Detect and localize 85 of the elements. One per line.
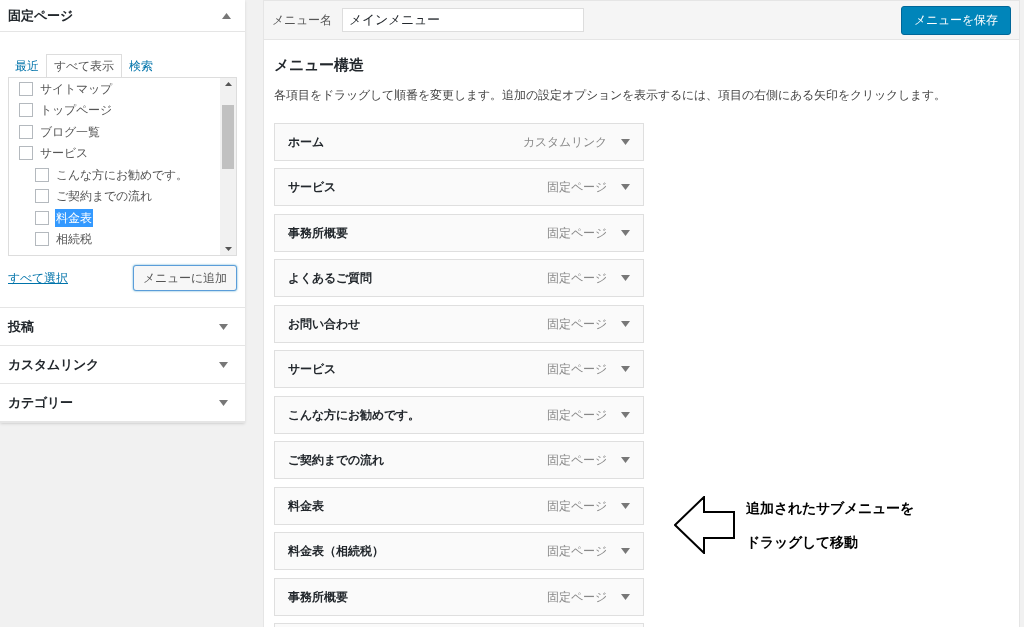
section-title: メニュー構造 — [274, 55, 365, 76]
panel-title[interactable]: 投稿 — [8, 316, 34, 337]
scrollbar-thumb[interactable] — [222, 104, 234, 169]
menu-item-title: 事務所概要 — [288, 224, 349, 242]
menu-item-title: ホーム — [288, 133, 325, 151]
menu-item-title: 料金表（相続税） — [288, 543, 385, 561]
page-label: ご契約までの流れ — [55, 188, 153, 206]
scroll-up-icon[interactable] — [224, 82, 232, 86]
caret-icon[interactable] — [621, 138, 630, 145]
menu-item-title: よくあるご質問 — [288, 270, 373, 288]
caret-icon[interactable] — [621, 184, 630, 191]
menu-item-type: 固定ページ — [547, 224, 607, 242]
checkbox[interactable] — [35, 167, 49, 182]
menu-item-type: 固定ページ — [547, 588, 607, 606]
tab[interactable]: 検索 — [122, 54, 160, 77]
caret-icon[interactable] — [621, 593, 630, 600]
caret-icon[interactable] — [621, 457, 630, 464]
caret-icon[interactable] — [219, 361, 228, 368]
panel-title[interactable]: 固定ページ — [8, 5, 73, 26]
page-label: 料金表 — [55, 208, 93, 227]
menu-item-type: カスタムリンク — [523, 133, 607, 151]
caret-icon[interactable] — [621, 411, 630, 418]
menu-item-title: こんな方にお勧めです。 — [288, 406, 421, 424]
menu-item[interactable]: お問い合わせ 固定ページ — [274, 304, 644, 343]
menu-item[interactable]: 料金表 固定ページ — [274, 486, 644, 525]
tab[interactable]: すべて表示 — [46, 54, 122, 77]
menu-item-type: 固定ページ — [547, 497, 607, 515]
checkbox[interactable] — [19, 103, 33, 118]
page-label: サイトマップ — [39, 80, 113, 98]
caret-icon[interactable] — [621, 275, 630, 282]
menu-item-title: サービス — [288, 361, 337, 379]
page-label: 相続税 — [55, 231, 93, 249]
tab[interactable]: 最近 — [8, 54, 46, 77]
checkbox[interactable] — [19, 124, 33, 139]
panel-title[interactable]: カテゴリー — [8, 392, 73, 413]
menu-item[interactable]: サービス 固定ページ — [274, 168, 644, 207]
menu-item[interactable]: 事務所概要 固定ページ — [274, 213, 644, 252]
caret-icon[interactable] — [222, 12, 231, 19]
menu-item-type: 固定ページ — [547, 179, 607, 197]
menu-item-type: 固定ページ — [547, 361, 607, 379]
caret-icon[interactable] — [219, 323, 228, 330]
menu-item[interactable]: こんな方にお勧めです。 固定ページ — [274, 395, 644, 434]
caret-icon[interactable] — [621, 366, 630, 373]
page-label: こんな方にお勧めです。 — [55, 166, 189, 184]
menu-item-title: ご契約までの流れ — [288, 452, 385, 470]
checkbox[interactable] — [19, 81, 33, 96]
menu-name-field[interactable]: メインメニュー — [342, 8, 584, 32]
checkbox[interactable] — [35, 210, 49, 225]
checkbox[interactable] — [19, 146, 33, 161]
description: 各項目をドラッグして順番を変更します。追加の設定オプションを表示するには、項目の右側にある矢印をクリックします。 — [274, 86, 947, 104]
checkbox[interactable] — [35, 232, 49, 247]
page-label: トップページ — [39, 102, 113, 120]
add-to-menu-button[interactable]: メニューに追加 — [133, 265, 237, 291]
caret-icon[interactable] — [621, 548, 630, 555]
page-label: ブログ一覧 — [39, 123, 101, 141]
scrollbar[interactable] — [220, 78, 236, 255]
menu-item[interactable]: 事務所概要 固定ページ — [274, 577, 644, 616]
annotation-text: 追加されたサブメニューを — [746, 498, 914, 518]
select-all-link[interactable]: すべて選択 — [8, 269, 68, 287]
menu-item-type: 固定ページ — [547, 406, 607, 424]
menu-item-type: 固定ページ — [547, 452, 607, 470]
menu-item[interactable]: サービス 固定ページ — [274, 350, 644, 389]
menu-item-type: 固定ページ — [547, 270, 607, 288]
caret-icon[interactable] — [219, 399, 228, 406]
caret-icon[interactable] — [621, 502, 630, 509]
menu-item-title: 料金表 — [288, 497, 325, 515]
caret-icon[interactable] — [621, 229, 630, 236]
menu-item-type: 固定ページ — [547, 543, 607, 561]
menu-item-title: 事務所概要 — [288, 588, 349, 606]
page-label: サービス — [39, 145, 89, 163]
menu-item[interactable]: 料金表（相続税） 固定ページ — [274, 532, 644, 571]
menu-item-title: お問い合わせ — [288, 315, 361, 333]
menu-item-type: 固定ページ — [547, 315, 607, 333]
left-arrow-icon — [674, 496, 736, 554]
menu-item[interactable]: よくあるご質問 固定ページ — [274, 259, 644, 298]
menu-item[interactable]: ご契約までの流れ 固定ページ — [274, 441, 644, 480]
caret-icon[interactable] — [621, 320, 630, 327]
checkbox[interactable] — [35, 189, 49, 204]
save-menu-button[interactable]: メニューを保存 — [901, 5, 1011, 35]
annotation-text: ドラッグして移動 — [746, 532, 859, 552]
scroll-down-icon[interactable] — [224, 247, 232, 251]
menu-name-label: メニュー名 — [272, 12, 332, 29]
panel-title[interactable]: カスタムリンク — [8, 354, 99, 375]
menu-item[interactable]: ホーム カスタムリンク — [274, 122, 644, 161]
menu-item-title: サービス — [288, 179, 337, 197]
